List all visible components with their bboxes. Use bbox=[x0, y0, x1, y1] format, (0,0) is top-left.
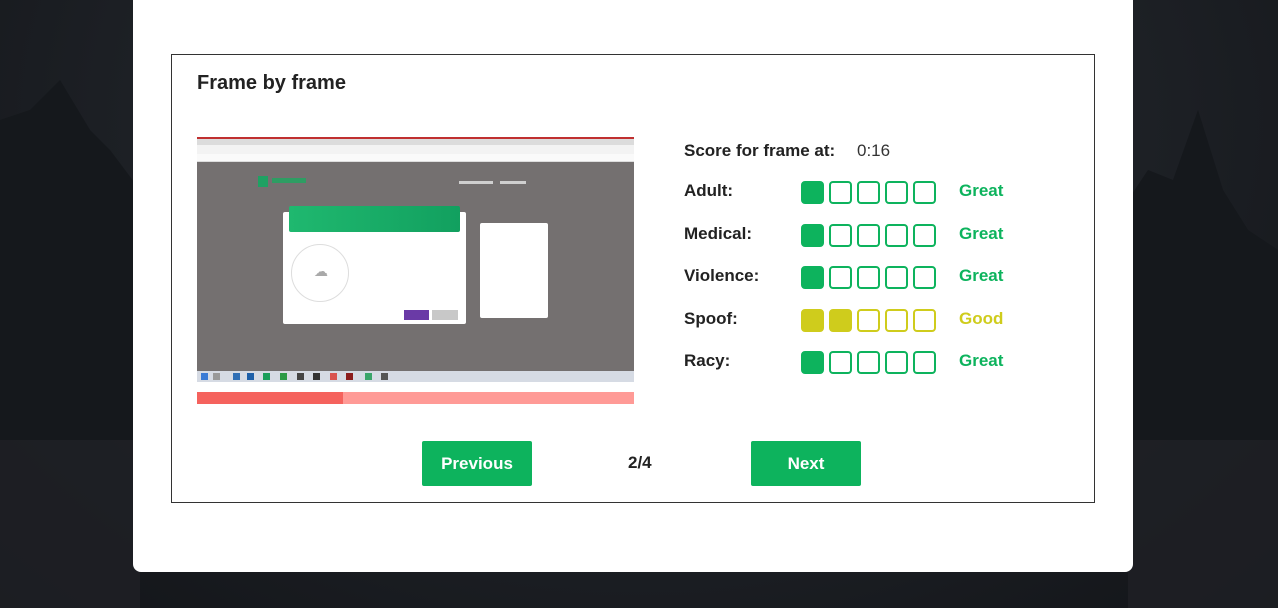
score-box-empty bbox=[857, 181, 880, 204]
score-rating: Great bbox=[959, 351, 1004, 370]
score-box-empty bbox=[829, 223, 852, 247]
score-rating: Good bbox=[959, 308, 1004, 328]
score-box-empty bbox=[857, 266, 880, 289]
score-box-empty bbox=[857, 308, 880, 332]
score-box-empty bbox=[913, 351, 936, 374]
score-box-empty bbox=[913, 223, 936, 247]
chrome-icon bbox=[280, 373, 287, 380]
search-icon bbox=[213, 373, 220, 380]
score-box-empty bbox=[885, 308, 908, 332]
score-box-empty bbox=[885, 181, 908, 204]
score-box-empty bbox=[913, 308, 936, 332]
score-heading-label: Score for frame at: bbox=[684, 141, 836, 160]
previous-button[interactable]: Previous bbox=[422, 441, 532, 486]
score-box-empty bbox=[885, 223, 908, 247]
app-icon bbox=[233, 373, 240, 380]
score-label: Violence: bbox=[684, 266, 760, 285]
score-boxes bbox=[801, 266, 936, 289]
mountain-background-right bbox=[1128, 110, 1278, 608]
thumbnail-nav-item bbox=[459, 181, 493, 184]
score-box-empty bbox=[857, 351, 880, 374]
score-rating: Great bbox=[959, 181, 1004, 200]
thumbnail-nav-item bbox=[500, 181, 526, 184]
score-box-empty bbox=[913, 181, 936, 204]
frame-thumbnail: ☁ bbox=[197, 137, 634, 382]
thumbnail-side-card bbox=[480, 223, 548, 318]
frame-timestamp: 0:16 bbox=[857, 141, 891, 160]
frame-progress-bar[interactable] bbox=[197, 392, 634, 404]
score-row: Adult: Great bbox=[684, 171, 1044, 214]
score-label: Medical: bbox=[684, 223, 753, 243]
frame-progress-fill bbox=[197, 392, 344, 404]
frame-by-frame-panel: Frame by frame ☁ Score for frame at: 0:1… bbox=[171, 54, 1095, 503]
next-button[interactable]: Next bbox=[751, 441, 861, 486]
panel-title: Frame by frame bbox=[197, 72, 346, 94]
score-boxes bbox=[801, 223, 936, 247]
app-icon bbox=[330, 373, 337, 380]
score-label: Racy: bbox=[684, 351, 731, 370]
score-box-filled bbox=[801, 181, 824, 204]
score-rows: Adult: Great Medical: Great Violence: Great Sp… bbox=[684, 171, 1044, 384]
score-label: Spoof: bbox=[684, 308, 738, 328]
score-boxes bbox=[801, 351, 936, 374]
mountain-background-left bbox=[0, 80, 140, 608]
score-row: Violence: Great bbox=[684, 256, 1044, 299]
score-heading: Score for frame at: 0:16 bbox=[684, 141, 1044, 171]
score-box-filled bbox=[801, 308, 824, 332]
score-row: Medical: Great bbox=[684, 214, 1044, 257]
score-label: Adult: bbox=[684, 181, 734, 200]
score-rating: Great bbox=[959, 266, 1004, 285]
windows-icon bbox=[201, 373, 208, 380]
score-box-filled bbox=[829, 308, 852, 332]
score-box-empty bbox=[829, 181, 852, 204]
score-box-empty bbox=[829, 266, 852, 289]
thumbnail-browser-tabs bbox=[197, 137, 634, 145]
cloud-upload-icon: ☁ bbox=[314, 263, 328, 279]
app-icon bbox=[263, 373, 270, 380]
score-box-empty bbox=[857, 223, 880, 247]
thumbnail-modal-header bbox=[289, 206, 460, 232]
score-box-empty bbox=[829, 351, 852, 374]
app-icon bbox=[365, 373, 372, 380]
score-row: Racy: Great bbox=[684, 341, 1044, 384]
app-icon bbox=[346, 373, 353, 380]
score-box-empty bbox=[913, 266, 936, 289]
score-boxes bbox=[801, 181, 936, 204]
app-icon bbox=[247, 373, 254, 380]
score-rating: Great bbox=[959, 223, 1004, 243]
score-box-filled bbox=[801, 351, 824, 374]
thumbnail-address-bar bbox=[197, 145, 634, 154]
app-icon bbox=[381, 373, 388, 380]
score-boxes bbox=[801, 308, 936, 332]
thumbnail-analyze-button bbox=[432, 310, 458, 320]
thumbnail-logo-icon bbox=[258, 176, 268, 187]
score-box-filled bbox=[801, 266, 824, 289]
score-row: Spoof: Good bbox=[684, 299, 1044, 342]
score-box-empty bbox=[885, 351, 908, 374]
app-icon bbox=[297, 373, 304, 380]
app-icon bbox=[313, 373, 320, 380]
thumbnail-upload-button bbox=[404, 310, 429, 320]
score-box-filled bbox=[801, 223, 824, 247]
score-box-empty bbox=[885, 266, 908, 289]
score-panel: Score for frame at: 0:16 Adult: Great Medi… bbox=[684, 141, 1044, 384]
thumbnail-logo-wordmark bbox=[272, 178, 306, 183]
page-indicator: 2/4 bbox=[628, 453, 652, 472]
thumbnail-bookmarks-bar bbox=[197, 154, 634, 162]
